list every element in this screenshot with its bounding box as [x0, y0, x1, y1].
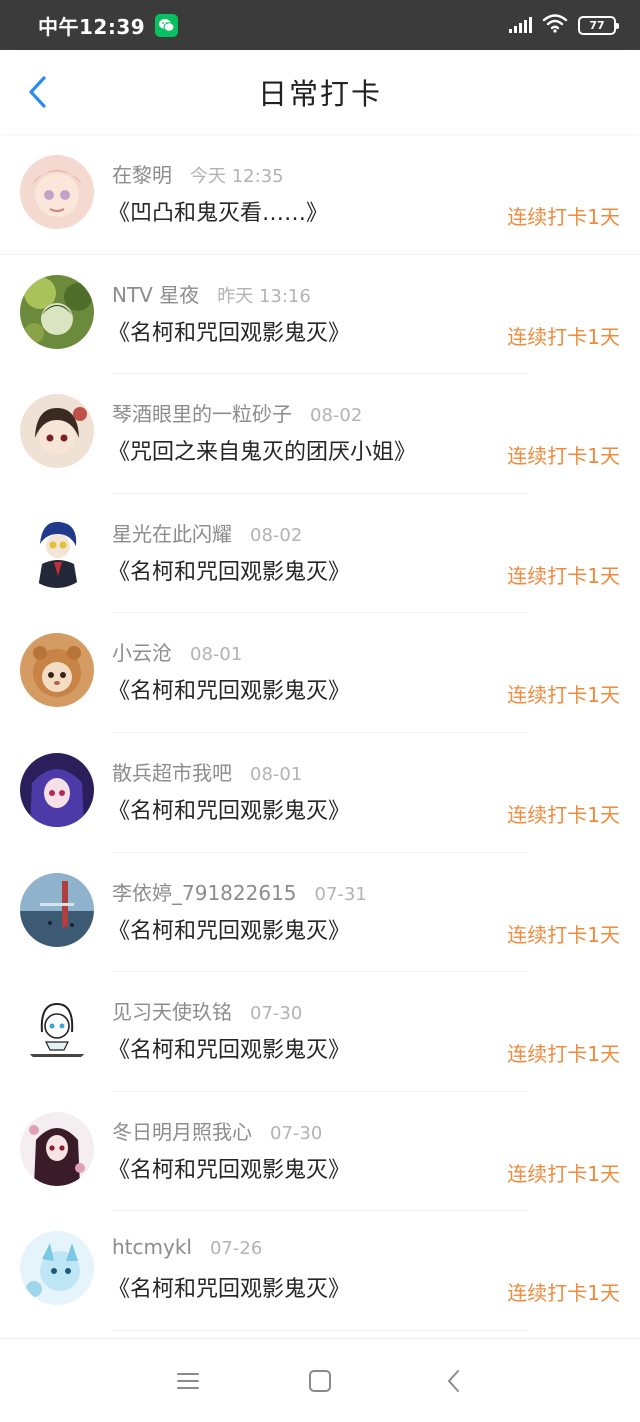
entry-meta: NTV 星夜 昨天 13:16: [112, 279, 311, 308]
post-title[interactable]: 《名柯和咒回观影鬼灭》: [108, 673, 350, 705]
username[interactable]: 散兵超市我吧: [112, 757, 232, 786]
list-item[interactable]: 星光在此闪耀 08-02 《名柯和咒回观影鬼灭》 连续打卡1天: [0, 494, 640, 614]
streak-badge: 连续打卡1天: [507, 1281, 620, 1306]
screen: 中午12:39 77 日常打卡 在黎明 今天 12:35 《凹凸和鬼灭看……》 …: [0, 0, 640, 1422]
status-icons: 77: [509, 13, 619, 37]
username[interactable]: 李依婷_791822615: [112, 877, 297, 906]
username[interactable]: 冬日明月照我心: [112, 1116, 252, 1145]
username[interactable]: 小云沧: [112, 637, 172, 666]
post-title[interactable]: 《名柯和咒回观影鬼灭》: [108, 1032, 350, 1064]
menu-button[interactable]: [174, 1367, 202, 1395]
status-bar: 中午12:39 77: [0, 0, 640, 50]
avatar[interactable]: [20, 752, 94, 827]
home-button[interactable]: [306, 1367, 334, 1395]
battery-indicator: 77: [578, 15, 619, 35]
entry-meta: 小云沧 08-01: [112, 637, 242, 666]
list-item[interactable]: htcmykl 07-26 《名柯和咒回观影鬼灭》 连续打卡1天: [0, 1211, 640, 1331]
back-triangle-icon: [448, 1370, 459, 1392]
username[interactable]: htcmykl: [112, 1235, 192, 1259]
post-title[interactable]: 《咒回之来自鬼灭的团厌小姐》: [108, 434, 416, 466]
post-title[interactable]: 《名柯和咒回观影鬼灭》: [108, 315, 350, 347]
wechat-icon: [155, 13, 179, 37]
entry-meta: 星光在此闪耀 08-02: [112, 518, 302, 547]
timestamp: 07-30: [250, 1003, 303, 1025]
streak-badge: 连续打卡1天: [507, 683, 620, 708]
post-title[interactable]: 《名柯和咒回观影鬼灭》: [108, 1152, 350, 1184]
avatar[interactable]: [20, 872, 94, 947]
avatar[interactable]: [20, 992, 94, 1067]
system-nav-bar: [0, 1338, 640, 1422]
checkin-list: 在黎明 今天 12:35 《凹凸和鬼灭看……》 连续打卡1天 NTV 星夜 昨天: [0, 135, 640, 1331]
streak-badge: 连续打卡1天: [507, 205, 620, 229]
header: 日常打卡: [0, 50, 640, 134]
username[interactable]: NTV 星夜: [112, 279, 199, 308]
entry-meta: 见习天使玖铭 07-30: [112, 996, 302, 1025]
timestamp: 08-01: [190, 644, 243, 666]
home-square-icon: [309, 1370, 331, 1392]
entry-meta: 散兵超市我吧 08-01: [112, 757, 302, 786]
streak-badge: 连续打卡1天: [507, 444, 620, 469]
entry-meta: 在黎明 今天 12:35: [112, 159, 284, 188]
list-item[interactable]: NTV 星夜 昨天 13:16 《名柯和咒回观影鬼灭》 连续打卡1天: [0, 255, 640, 375]
avatar[interactable]: [20, 1111, 94, 1186]
username[interactable]: 见习天使玖铭: [112, 996, 232, 1025]
streak-badge: 连续打卡1天: [507, 802, 620, 827]
avatar[interactable]: [20, 394, 94, 469]
menu-icon: [177, 1373, 199, 1389]
username[interactable]: 星光在此闪耀: [112, 518, 232, 547]
avatar[interactable]: [20, 1231, 94, 1306]
back-button[interactable]: [18, 72, 58, 112]
timestamp: 07-30: [270, 1122, 323, 1144]
post-title[interactable]: 《凹凸和鬼灭看……》: [108, 195, 328, 227]
timestamp: 07-26: [209, 1238, 263, 1260]
timestamp: 08-01: [250, 763, 303, 785]
timestamp: 07-31: [314, 883, 367, 905]
timestamp: 08-02: [250, 524, 303, 546]
list-item[interactable]: 冬日明月照我心 07-30 《名柯和咒回观影鬼灭》 连续打卡1天: [0, 1092, 640, 1212]
post-title[interactable]: 《名柯和咒回观影鬼灭》: [108, 913, 350, 945]
list-item[interactable]: 见习天使玖铭 07-30 《名柯和咒回观影鬼灭》 连续打卡1天: [0, 972, 640, 1092]
timestamp: 08-02: [310, 405, 363, 427]
post-title[interactable]: 《名柯和咒回观影鬼灭》: [108, 554, 350, 586]
list-item[interactable]: 在黎明 今天 12:35 《凹凸和鬼灭看……》 连续打卡1天: [0, 135, 640, 255]
timestamp: 今天 12:35: [190, 166, 284, 187]
entry-meta: 琴酒眼里的一粒砂子 08-02: [112, 398, 362, 427]
avatar[interactable]: [20, 513, 94, 588]
page-title: 日常打卡: [257, 77, 382, 111]
post-title[interactable]: 《名柯和咒回观影鬼灭》: [108, 1271, 350, 1303]
avatar[interactable]: [20, 274, 94, 349]
username[interactable]: 在黎明: [112, 159, 172, 188]
streak-badge: 连续打卡1天: [507, 1042, 620, 1067]
streak-badge: 连续打卡1天: [507, 922, 620, 947]
list-item[interactable]: 散兵超市我吧 08-01 《名柯和咒回观影鬼灭》 连续打卡1天: [0, 733, 640, 853]
username[interactable]: 琴酒眼里的一粒砂子: [112, 398, 292, 427]
list-item[interactable]: 琴酒眼里的一粒砂子 08-02 《咒回之来自鬼灭的团厌小姐》 连续打卡1天: [0, 374, 640, 494]
list-item[interactable]: 李依婷_791822615 07-31 《名柯和咒回观影鬼灭》 连续打卡1天: [0, 853, 640, 973]
timestamp: 昨天 13:16: [217, 285, 311, 307]
avatar[interactable]: [20, 633, 94, 708]
wifi-icon: [542, 13, 568, 37]
back-nav-button[interactable]: [440, 1367, 468, 1395]
entry-meta: htcmykl 07-26: [112, 1235, 262, 1259]
avatar[interactable]: [20, 155, 94, 229]
post-title[interactable]: 《名柯和咒回观影鬼灭》: [108, 793, 350, 825]
streak-badge: 连续打卡1天: [507, 563, 620, 588]
entry-meta: 冬日明月照我心 07-30: [112, 1116, 322, 1145]
streak-badge: 连续打卡1天: [507, 324, 620, 349]
signal-icon: [509, 17, 532, 33]
list-item[interactable]: 小云沧 08-01 《名柯和咒回观影鬼灭》 连续打卡1天: [0, 613, 640, 733]
streak-badge: 连续打卡1天: [507, 1161, 620, 1186]
status-time: 中午12:39: [38, 14, 146, 39]
chevron-left-icon: [29, 76, 46, 108]
entry-meta: 李依婷_791822615 07-31: [112, 877, 367, 906]
